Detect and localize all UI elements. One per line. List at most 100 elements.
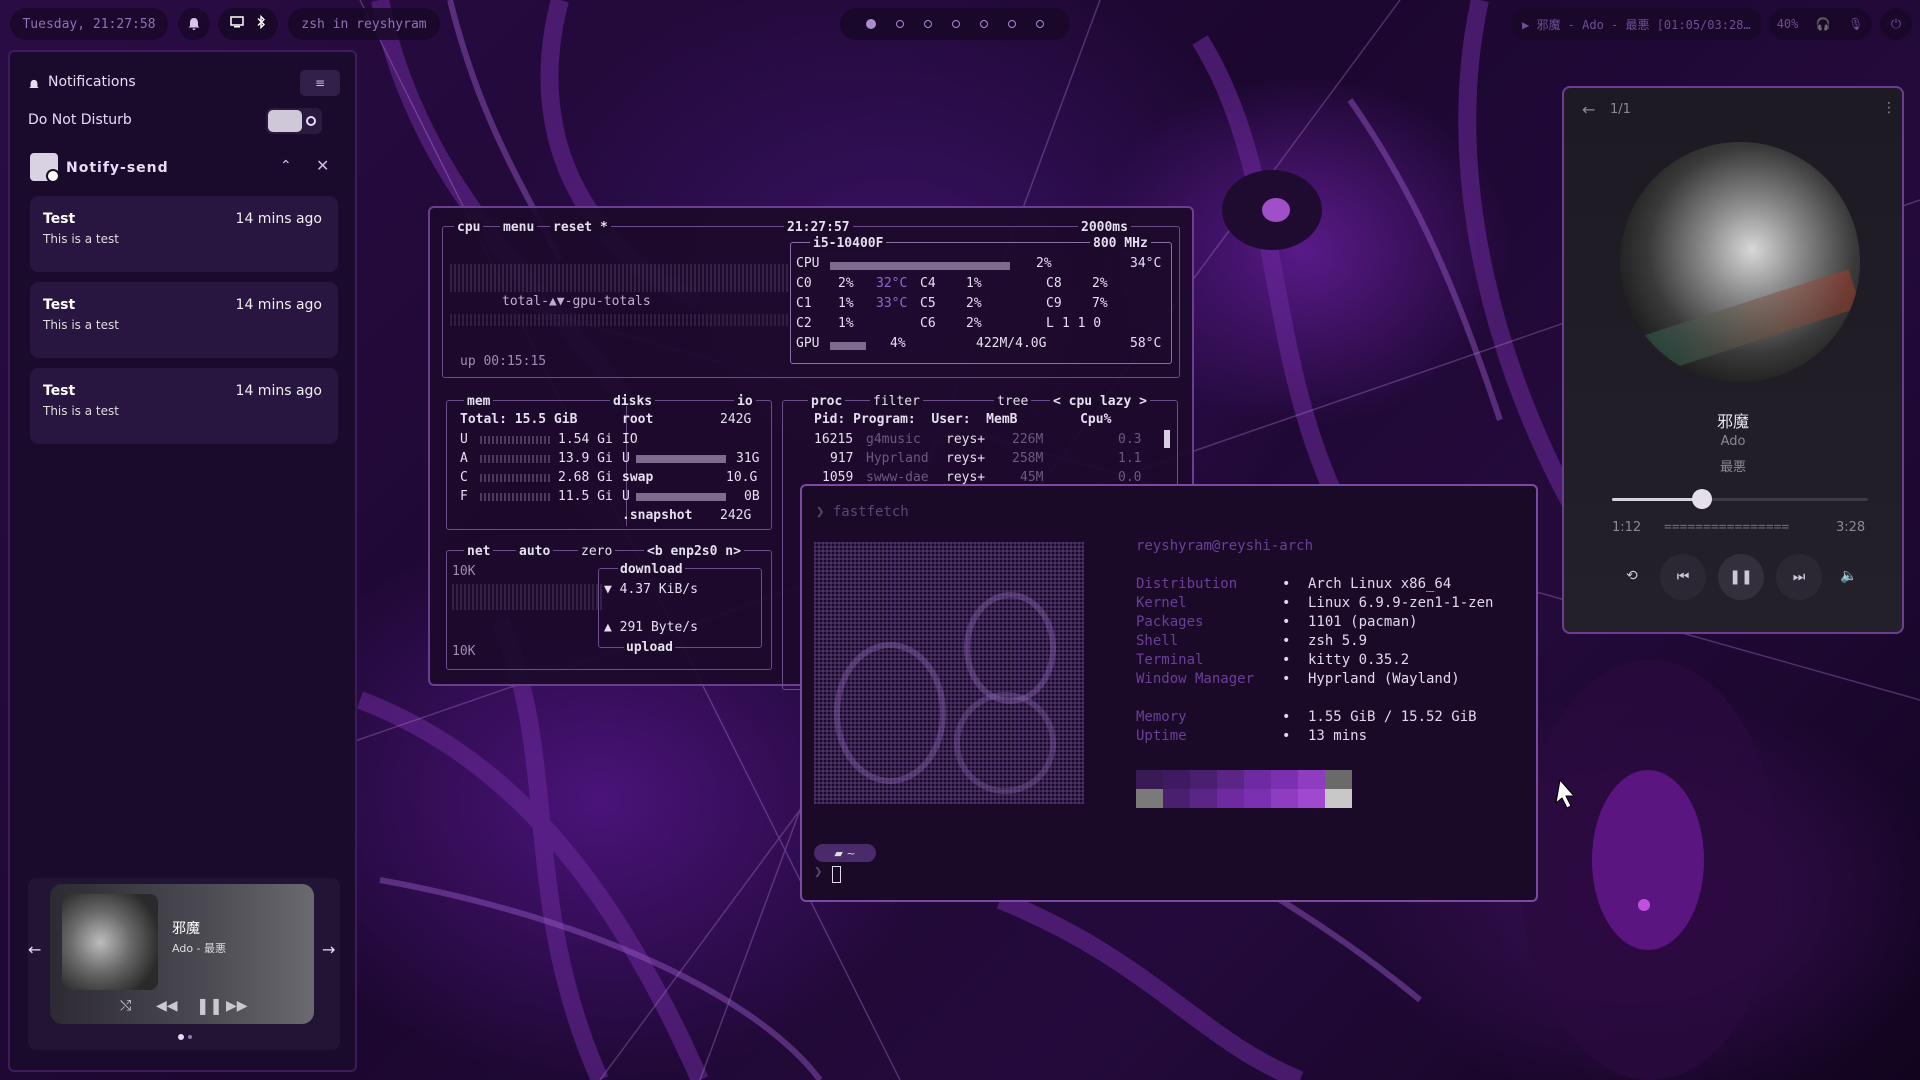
workspace-4[interactable] xyxy=(952,20,960,28)
cpu-tab[interactable]: cpu xyxy=(454,220,484,235)
filter-tab[interactable]: filter xyxy=(870,394,923,409)
more-menu-icon[interactable]: ⋮ xyxy=(1882,100,1896,116)
proc-pid: 917 xyxy=(830,451,854,466)
volume-icon[interactable]: 🔈 xyxy=(1840,568,1857,584)
power-icon[interactable]: ⏻ xyxy=(1880,8,1912,40)
proc-table-header: Pid: Program: User: MemB Cpu% xyxy=(814,412,1112,427)
info-value: zsh 5.9 xyxy=(1308,633,1368,649)
album-cover xyxy=(1620,142,1860,382)
close-icon[interactable]: ✕ xyxy=(316,156,329,175)
notification-card[interactable]: Test This is a test 14 mins ago xyxy=(30,368,338,444)
proc-program: g4music xyxy=(866,432,921,447)
seek-knob[interactable] xyxy=(1691,489,1712,509)
arrow-left-icon[interactable]: ← xyxy=(28,940,41,959)
clock[interactable]: Tuesday, 21:27:58 xyxy=(10,8,168,40)
track-title: 邪魔 xyxy=(1716,412,1749,431)
interface-selector[interactable]: <b enp2s0 n> xyxy=(644,544,744,559)
mem-tab[interactable]: mem xyxy=(464,394,494,409)
monitor-icon[interactable] xyxy=(230,16,244,32)
core-label: C0 xyxy=(796,276,812,291)
pause-button[interactable]: ❚❚ xyxy=(1718,554,1764,600)
proc-cpu: 1.1 xyxy=(1118,451,1142,466)
zero-tab[interactable]: zero xyxy=(578,544,616,559)
net-tab[interactable]: net xyxy=(464,544,494,559)
menu-tab[interactable]: menu xyxy=(500,220,538,235)
proc-program: swww-dae xyxy=(866,470,929,485)
seek-bar[interactable] xyxy=(1612,489,1868,509)
back-arrow-icon[interactable]: ← xyxy=(1582,100,1595,119)
workspace-3[interactable] xyxy=(924,20,932,28)
fastfetch-terminal[interactable]: ❯ fastfetch reyshyram@reyshi-arch Distri… xyxy=(800,484,1538,902)
workspace-5[interactable] xyxy=(980,20,988,28)
disk-root-label: root xyxy=(622,412,654,427)
proc-tab[interactable]: proc xyxy=(808,394,846,409)
previous-icon[interactable]: ◀◀ xyxy=(156,998,178,1014)
microphone-icon[interactable]: 🎙 xyxy=(1848,17,1863,31)
gpu-label: GPU xyxy=(796,336,820,351)
workspace-6[interactable] xyxy=(1008,20,1016,28)
page-dot-active[interactable] xyxy=(178,1034,184,1040)
next-button[interactable]: ⏭ xyxy=(1776,554,1822,600)
workspace-7[interactable] xyxy=(1036,20,1044,28)
core-label: C1 xyxy=(796,296,812,311)
track-album: 最悪 xyxy=(1719,460,1746,475)
mem-row-value: 2.68 Gi xyxy=(558,470,613,485)
media-indicator[interactable]: ▶ 邪魔 - Ado - 最悪 [01:05/03:28… xyxy=(1512,8,1762,40)
next-icon: ⏭ xyxy=(1792,569,1806,585)
mini-player-card: 邪魔 Ado - 最悪 ⤭ ◀◀ ❚❚ ▶▶ xyxy=(50,884,314,1024)
shuffle-icon[interactable]: ⤭ xyxy=(120,998,131,1014)
net-stats-box xyxy=(598,568,762,648)
collapse-icon[interactable]: ⌃ xyxy=(280,158,292,174)
notification-card[interactable]: Test This is a test 14 mins ago xyxy=(30,282,338,358)
top-bar: Tuesday, 21:27:58 zsh in reyshyram ▶ 邪魔 … xyxy=(0,8,1920,40)
clear-all-button[interactable]: ≡ xyxy=(300,70,340,96)
page-dot[interactable] xyxy=(188,1035,192,1039)
io-tab[interactable]: io xyxy=(734,394,756,409)
reset-tab[interactable]: reset * xyxy=(550,220,611,235)
info-bullet: • xyxy=(1282,728,1291,744)
info-value: Linux 6.9.9-zen1-1-zen xyxy=(1308,595,1494,611)
proc-user: reys+ xyxy=(946,451,986,466)
core-label: C9 xyxy=(1046,296,1062,311)
proc-program: Hyprland xyxy=(866,451,929,466)
disk-used-label: U xyxy=(622,451,630,466)
disk-root-used: 31G xyxy=(736,451,760,466)
notification-time: 14 mins ago xyxy=(235,297,322,313)
core-label: C2 xyxy=(796,316,812,331)
previous-button[interactable]: ⏮ xyxy=(1660,554,1706,600)
workspace-2[interactable] xyxy=(896,20,904,28)
next-icon[interactable]: ▶▶ xyxy=(226,998,248,1014)
previous-icon: ⏮ xyxy=(1676,569,1690,585)
repeat-icon[interactable]: ⟲ xyxy=(1626,568,1638,584)
mem-row-label: U xyxy=(460,432,468,447)
notification-card[interactable]: Test This is a test 14 mins ago xyxy=(30,196,338,272)
terminal-cursor[interactable] xyxy=(832,866,841,883)
sort-selector[interactable]: < cpu lazy > xyxy=(1050,394,1150,409)
proc-user: reys+ xyxy=(946,470,986,485)
workspace-1[interactable] xyxy=(866,19,876,29)
folder-icon: ▰ xyxy=(834,846,843,860)
mem-bar xyxy=(480,436,552,444)
arrow-right-icon[interactable]: → xyxy=(322,940,335,959)
bell-icon[interactable] xyxy=(178,8,210,40)
tree-tab[interactable]: tree xyxy=(994,394,1032,409)
dnd-toggle[interactable] xyxy=(266,108,322,134)
app-icon xyxy=(30,153,60,183)
proc-mem: 226M xyxy=(1012,432,1044,447)
pause-icon[interactable]: ❚❚ xyxy=(196,996,223,1015)
cpu-total-label: CPU xyxy=(796,256,820,271)
disks-tab[interactable]: disks xyxy=(610,394,656,409)
core-temp: 32°C xyxy=(876,276,908,291)
headphones-icon[interactable]: 🎧 xyxy=(1816,17,1831,31)
palette-swatch xyxy=(1271,789,1298,808)
proc-scrollbar[interactable] xyxy=(1164,430,1170,448)
disk-swap-used: 0B xyxy=(744,489,760,504)
palette-swatch xyxy=(1136,770,1163,789)
info-key: Uptime xyxy=(1136,728,1187,744)
auto-tab[interactable]: auto xyxy=(516,544,554,559)
info-value: 13 mins xyxy=(1308,728,1368,744)
bluetooth-icon[interactable] xyxy=(256,14,266,33)
update-interval[interactable]: 2000ms xyxy=(1078,220,1131,235)
palette-swatch xyxy=(1244,770,1271,789)
core-percent: 2% xyxy=(1092,276,1108,291)
